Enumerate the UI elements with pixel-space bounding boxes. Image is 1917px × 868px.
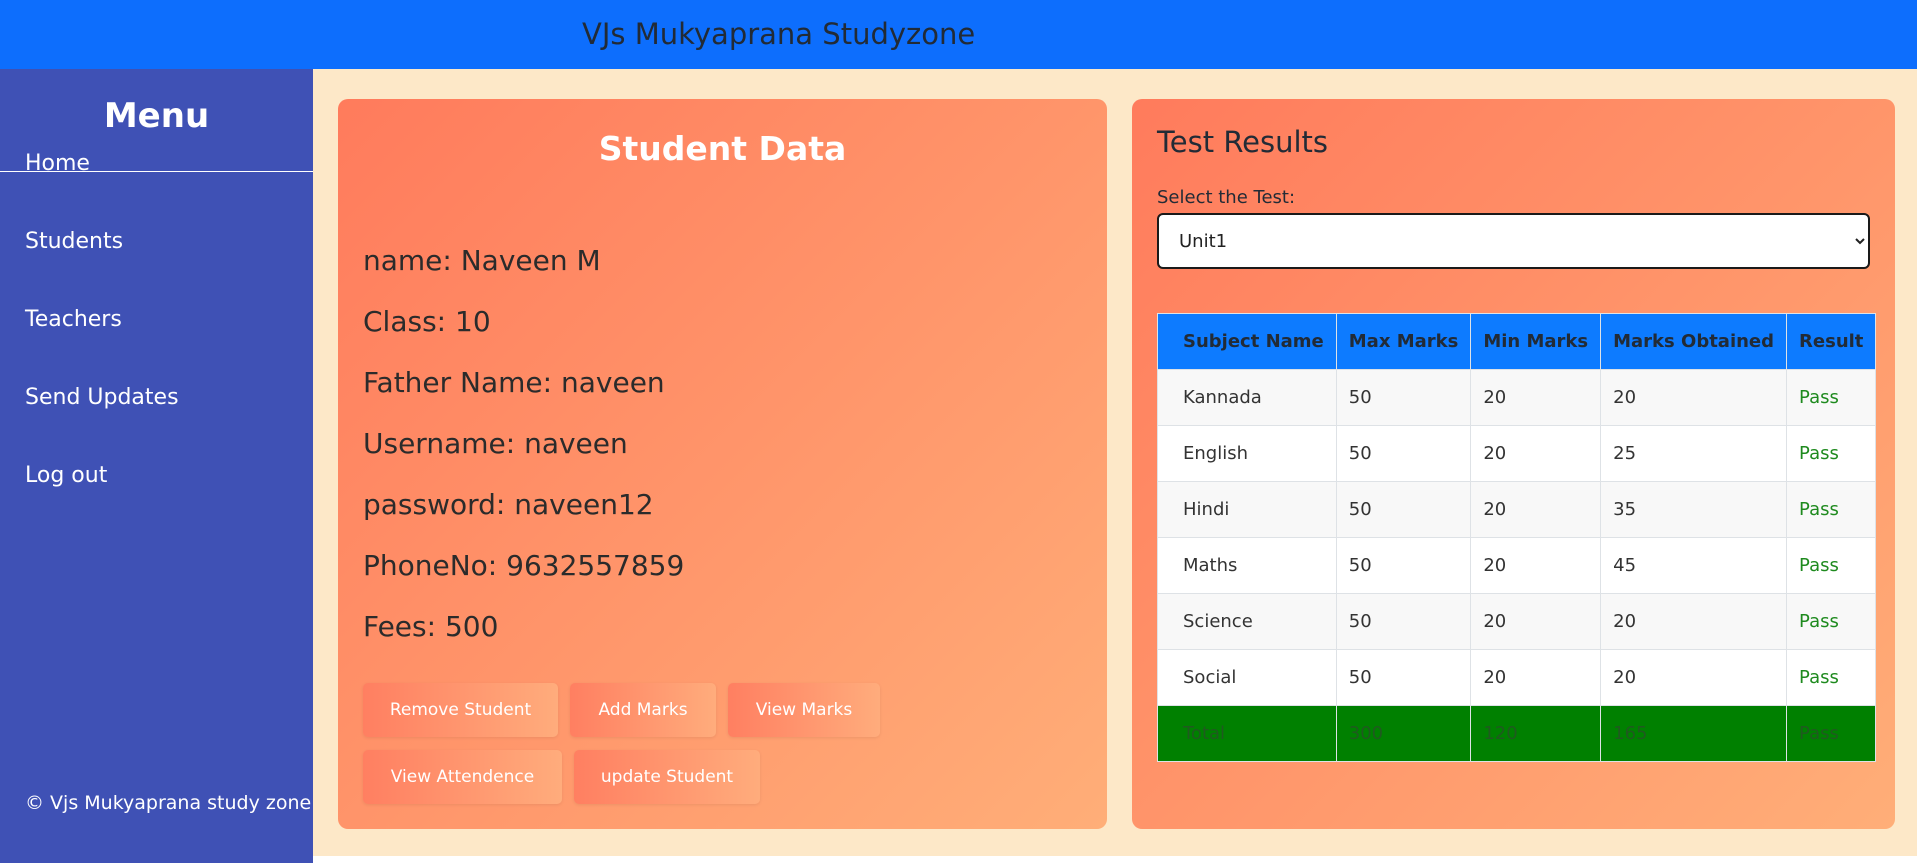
column-header-min-marks: Min Marks [1470, 313, 1602, 370]
table-row: Science 50 20 20 Pass [1157, 593, 1877, 650]
student-phone: PhoneNo: 9632557859 [363, 549, 685, 582]
table-row: Hindi 50 20 35 Pass [1157, 481, 1877, 538]
table-row: English 50 20 25 Pass [1157, 425, 1877, 482]
view-marks-button[interactable]: View Marks [728, 683, 880, 737]
table-row: Kannada 50 20 20 Pass [1157, 369, 1877, 426]
min-marks-cell: 20 [1470, 481, 1602, 538]
marks-obtained-cell: 45 [1600, 537, 1788, 594]
sidebar-footer: © Vjs Mukyaprana study zone [25, 792, 312, 814]
sidebar-item-home[interactable]: Home [25, 151, 90, 176]
table-header-row: Subject Name Max Marks Min Marks Marks O… [1157, 313, 1877, 370]
max-marks-cell: 50 [1335, 425, 1472, 482]
app-title: VJs Mukyaprana Studyzone [582, 17, 976, 51]
test-results-title: Test Results [1157, 125, 1329, 159]
marks-obtained-cell: 20 [1600, 369, 1788, 426]
student-password: password: naveen12 [363, 488, 654, 521]
subject-cell: English [1157, 425, 1337, 482]
total-min-marks-cell: 120 [1470, 705, 1602, 762]
min-marks-cell: 20 [1470, 369, 1602, 426]
results-table-container: Subject Name Max Marks Min Marks Marks O… [1157, 313, 1877, 762]
subject-cell: Social [1157, 649, 1337, 706]
marks-obtained-cell: 35 [1600, 481, 1788, 538]
test-results-card: Test Results Select the Test: Unit1 Subj… [1132, 99, 1895, 829]
result-cell: Pass [1786, 369, 1877, 426]
column-header-subject-name: Subject Name [1157, 313, 1337, 370]
remove-student-button[interactable]: Remove Student [363, 683, 558, 737]
view-attendance-button[interactable]: View Attendence [363, 750, 562, 804]
student-data-card: Student Data name: Naveen M Class: 10 Fa… [338, 99, 1107, 829]
result-cell: Pass [1786, 537, 1877, 594]
column-header-result: Result [1786, 313, 1877, 370]
total-marks-obtained-cell: 165 [1600, 705, 1788, 762]
total-result-cell: Pass [1786, 705, 1877, 762]
student-username: Username: naveen [363, 427, 628, 460]
subject-cell: Hindi [1157, 481, 1337, 538]
column-header-max-marks: Max Marks [1335, 313, 1472, 370]
sidebar-item-teachers[interactable]: Teachers [25, 307, 122, 332]
main-content: Student Data name: Naveen M Class: 10 Fa… [313, 69, 1917, 856]
top-header: VJs Mukyaprana Studyzone [0, 0, 1917, 69]
student-fees: Fees: 500 [363, 610, 499, 643]
results-table: Subject Name Max Marks Min Marks Marks O… [1157, 313, 1877, 762]
max-marks-cell: 50 [1335, 481, 1472, 538]
max-marks-cell: 50 [1335, 593, 1472, 650]
student-class: Class: 10 [363, 305, 491, 338]
total-row: Total 300 120 165 Pass [1157, 705, 1877, 762]
student-data-title: Student Data [598, 129, 847, 168]
max-marks-cell: 50 [1335, 369, 1472, 426]
subject-cell: Maths [1157, 537, 1337, 594]
sidebar-item-log-out[interactable]: Log out [25, 463, 107, 488]
sidebar: Menu Home Students Teachers Send Updates… [0, 69, 313, 863]
student-father-name: Father Name: naveen [363, 366, 665, 399]
result-cell: Pass [1786, 425, 1877, 482]
max-marks-cell: 50 [1335, 649, 1472, 706]
student-name: name: Naveen M [363, 244, 601, 277]
select-test-label: Select the Test: [1157, 187, 1296, 208]
result-cell: Pass [1786, 593, 1877, 650]
subject-cell: Science [1157, 593, 1337, 650]
min-marks-cell: 20 [1470, 593, 1602, 650]
marks-obtained-cell: 25 [1600, 425, 1788, 482]
test-select[interactable]: Unit1 [1157, 213, 1870, 269]
min-marks-cell: 20 [1470, 649, 1602, 706]
total-max-marks-cell: 300 [1335, 705, 1472, 762]
marks-obtained-cell: 20 [1600, 649, 1788, 706]
result-cell: Pass [1786, 649, 1877, 706]
total-label-cell: Total [1157, 705, 1337, 762]
min-marks-cell: 20 [1470, 537, 1602, 594]
column-header-marks-obtained: Marks Obtained [1600, 313, 1788, 370]
result-cell: Pass [1786, 481, 1877, 538]
sidebar-item-send-updates[interactable]: Send Updates [25, 385, 179, 410]
sidebar-item-students[interactable]: Students [25, 229, 123, 254]
update-student-button[interactable]: update Student [574, 750, 760, 804]
menu-title: Menu [103, 96, 210, 136]
subject-cell: Kannada [1157, 369, 1337, 426]
min-marks-cell: 20 [1470, 425, 1602, 482]
add-marks-button[interactable]: Add Marks [570, 683, 716, 737]
marks-obtained-cell: 20 [1600, 593, 1788, 650]
table-row: Maths 50 20 45 Pass [1157, 537, 1877, 594]
max-marks-cell: 50 [1335, 537, 1472, 594]
table-row: Social 50 20 20 Pass [1157, 649, 1877, 706]
